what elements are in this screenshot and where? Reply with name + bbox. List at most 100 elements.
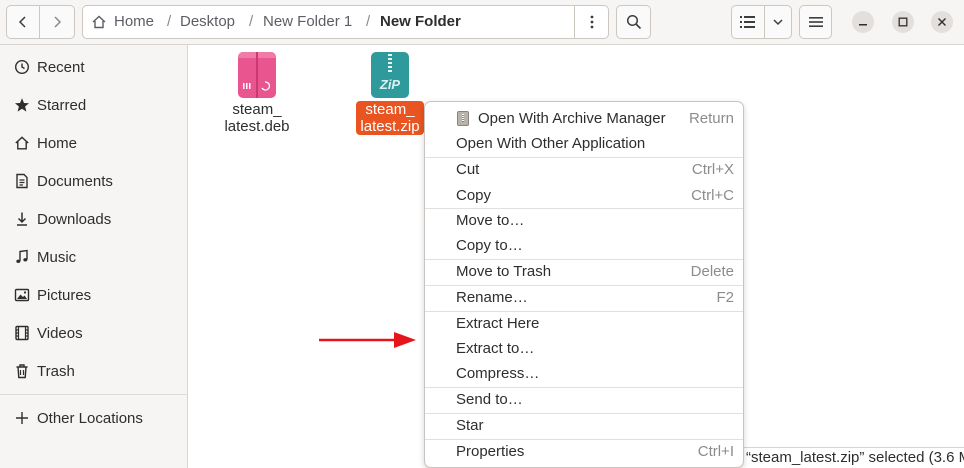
forward-button[interactable]	[39, 5, 75, 39]
picture-icon	[12, 285, 32, 305]
home-icon	[92, 15, 106, 29]
maximize-button[interactable]	[892, 11, 914, 33]
breadcrumb-separator: /	[249, 13, 254, 30]
sidebar-item-starred[interactable]: Starred	[0, 87, 187, 123]
status-bar: “steam_latest.zip” selected (3.6 MB)	[735, 447, 964, 468]
sidebar-item-label: Music	[37, 248, 77, 266]
menu-item-label: Move to…	[456, 212, 525, 229]
menu-item-label: Move to Trash	[456, 263, 552, 280]
sidebar-item-label: Pictures	[37, 286, 92, 304]
sidebar-divider	[0, 394, 187, 395]
sidebar-item-pictures[interactable]: Pictures	[0, 277, 187, 313]
menu-item-extract-to[interactable]: Extract to…	[425, 336, 743, 361]
menu-item-send-to[interactable]: Send to…	[425, 387, 743, 412]
menu-item-move-to[interactable]: Move to…	[425, 208, 743, 233]
breadcrumb-new-folder[interactable]: New Folder	[380, 6, 461, 38]
search-icon	[626, 14, 641, 30]
sidebar-item-label: Starred	[37, 96, 87, 114]
menu-item-label: Cut	[456, 161, 480, 178]
breadcrumb-separator: /	[167, 13, 172, 30]
chevron-left-icon	[18, 16, 26, 28]
archive-manager-icon	[457, 111, 469, 126]
video-icon	[12, 323, 32, 343]
close-icon	[938, 18, 946, 26]
main-menu-button[interactable]	[799, 5, 832, 39]
menu-item-rename[interactable]: Rename… F2	[425, 285, 743, 310]
sidebar-item-documents[interactable]: Documents	[0, 163, 187, 199]
menu-item-label: Open With Other Application	[456, 135, 646, 152]
menu-item-label: Copy to…	[456, 237, 523, 254]
deb-package-icon	[238, 52, 276, 98]
menu-item-cut[interactable]: Cut Ctrl+X	[425, 157, 743, 182]
menu-item-label: Send to…	[456, 391, 523, 408]
home-icon	[12, 133, 32, 153]
menu-item-label: Extract Here	[456, 315, 540, 332]
vertical-dots-icon	[590, 15, 594, 29]
sidebar-item-trash[interactable]: Trash	[0, 353, 187, 389]
menu-item-label: Star	[456, 417, 484, 434]
file-item[interactable]: steam_ latest.deb	[217, 52, 297, 135]
menu-item-label: Properties	[456, 443, 525, 460]
star-icon	[12, 95, 32, 115]
context-menu: Open With Archive Manager Return Open Wi…	[424, 101, 744, 468]
menu-item-open-with-archive-manager[interactable]: Open With Archive Manager Return	[425, 106, 743, 131]
back-button[interactable]	[6, 5, 40, 39]
breadcrumb-desktop[interactable]: Desktop	[180, 6, 235, 38]
search-button[interactable]	[616, 5, 651, 39]
sidebar-item-label: Documents	[37, 172, 113, 190]
minimize-icon	[859, 24, 867, 26]
breadcrumb-home[interactable]: Home	[114, 6, 154, 38]
sidebar-item-other-locations[interactable]: Other Locations	[0, 400, 187, 436]
path-menu-button[interactable]	[575, 6, 609, 38]
zip-archive-icon: ZiP	[371, 52, 409, 98]
chevron-down-icon	[773, 19, 783, 26]
breadcrumb-new-folder-1[interactable]: New Folder 1	[263, 6, 352, 38]
trash-icon	[12, 361, 32, 381]
sidebar-item-label: Home	[37, 134, 78, 152]
sidebar-item-label: Videos	[37, 324, 83, 342]
menu-item-open-with-other-application[interactable]: Open With Other Application	[425, 131, 743, 156]
menu-item-copy[interactable]: Copy Ctrl+C	[425, 183, 743, 208]
menu-item-label: Extract to…	[456, 340, 535, 357]
breadcrumb-separator: /	[366, 13, 371, 30]
header-bar: Home / Desktop / New Folder 1 / New Fold…	[0, 0, 964, 45]
list-view-button[interactable]	[731, 5, 765, 39]
annotation-arrow	[319, 332, 416, 348]
sidebar-item-label: Other Locations	[37, 409, 143, 427]
download-icon	[12, 209, 32, 229]
path-bar: Home / Desktop / New Folder 1 / New Fold…	[82, 5, 609, 39]
zip-badge: ZiP	[379, 77, 401, 92]
menu-item-label: Rename…	[456, 289, 528, 306]
list-view-icon	[740, 16, 755, 28]
sidebar-item-videos[interactable]: Videos	[0, 315, 187, 351]
hamburger-menu-icon	[808, 17, 823, 27]
minimize-button[interactable]	[852, 11, 874, 33]
sidebar-item-home[interactable]: Home	[0, 125, 187, 161]
menu-item-copy-to[interactable]: Copy to…	[425, 233, 743, 258]
file-name-line: steam_	[232, 101, 282, 118]
file-item-selected[interactable]: ZiP steam_ latest.zip	[351, 52, 429, 136]
menu-item-compress[interactable]: Compress…	[425, 361, 743, 386]
sidebar-item-downloads[interactable]: Downloads	[0, 201, 187, 237]
file-name: steam_ latest.deb	[217, 101, 297, 135]
menu-item-shortcut: Return	[688, 110, 734, 127]
menu-item-move-to-trash[interactable]: Move to Trash Delete	[425, 259, 743, 284]
menu-item-extract-here[interactable]: Extract Here	[425, 311, 743, 336]
sidebar-item-music[interactable]: Music	[0, 239, 187, 275]
menu-item-label: Copy	[456, 187, 492, 204]
menu-item-properties[interactable]: Properties Ctrl+I	[425, 439, 743, 464]
sidebar-item-label: Recent	[37, 58, 85, 76]
sidebar: Recent Starred Home Documents Downloads …	[0, 45, 188, 468]
music-icon	[12, 247, 32, 267]
close-button[interactable]	[931, 11, 953, 33]
sidebar-item-label: Trash	[37, 362, 75, 380]
menu-item-label: Compress…	[456, 365, 540, 382]
file-name-selected: steam_ latest.zip	[356, 101, 424, 135]
plus-icon	[12, 408, 32, 428]
menu-item-shortcut: F2	[716, 289, 734, 306]
view-options-button[interactable]	[764, 5, 792, 39]
sidebar-item-recent[interactable]: Recent	[0, 49, 187, 85]
document-icon	[12, 171, 32, 191]
menu-item-star[interactable]: Star	[425, 413, 743, 438]
file-name-line: latest.deb	[224, 118, 290, 135]
